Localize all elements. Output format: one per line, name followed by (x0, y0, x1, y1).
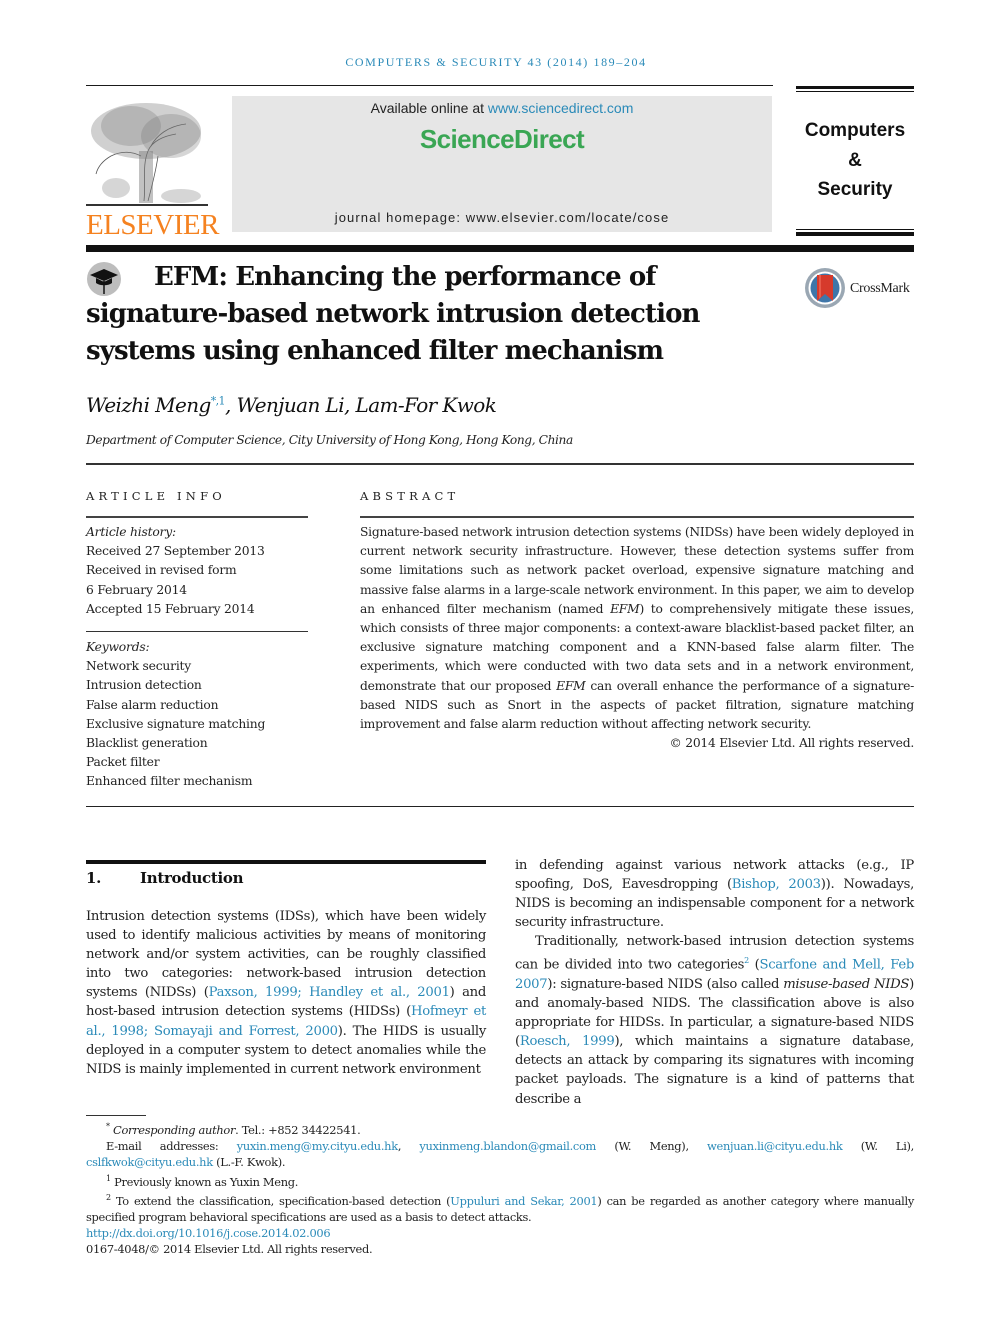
footnote-text: Previously known as Yuxin Meng. (110, 1174, 299, 1189)
body-emphasis: misuse-based NIDS (783, 976, 910, 992)
section-rule (86, 860, 486, 864)
history-label: Article history: (86, 525, 176, 539)
tree-icon (86, 103, 208, 206)
journal-title-line: Security (817, 179, 893, 200)
keyword-item: Enhanced filter mechanism (86, 774, 253, 789)
abstract-heading: ABSTRACT (360, 489, 460, 503)
title-rule (86, 245, 914, 252)
footnote-text: (L.-F. Kwok). (212, 1155, 286, 1170)
citation-link[interactable]: Roesch, 1999 (520, 1034, 615, 1049)
available-prefix: Available online at (370, 100, 488, 116)
footnote-2: 2 To extend the classification, specific… (86, 1190, 914, 1225)
sciencedirect-banner: Available online at www.sciencedirect.co… (232, 96, 772, 232)
article-title: EFM: Enhancing the performance of signat… (86, 262, 700, 366)
email-link[interactable]: yuxin.meng@my.cityu.edu.hk (237, 1139, 398, 1153)
body-column-right: in defending against various network att… (515, 856, 914, 1109)
article-history: Article history: Received 27 September 2… (86, 523, 265, 619)
footnote-rule (86, 1115, 146, 1116)
body-column-left: Intrusion detection systems (IDSs), whic… (86, 907, 486, 1079)
journal-rule-bottom-thin (796, 229, 914, 230)
keywords-label: Keywords: (86, 640, 150, 654)
email-link[interactable]: cslfkwok@cityu.edu.hk (86, 1155, 213, 1169)
keywords-rule (86, 631, 308, 632)
body-paragraph: in defending against various network att… (515, 856, 914, 932)
footnote-corresponding: * Corresponding author. Tel.: +852 34422… (86, 1119, 914, 1138)
footnote-emails: E-mail addresses: yuxin.meng@my.cityu.ed… (86, 1138, 914, 1171)
body-text: ( (748, 957, 760, 973)
history-item: Received 27 September 2013 (86, 544, 265, 559)
section-title: Introduction (140, 869, 244, 887)
author-names-rest: , Wenjuan Li, Lam-For Kwok (224, 393, 497, 417)
citation-link[interactable]: Paxson, 1999; Handley et al., 2001 (209, 985, 450, 1000)
journal-rule-top (796, 86, 914, 89)
crossmark-button[interactable]: CrossMark (804, 267, 916, 311)
keyword-item: False alarm reduction (86, 697, 219, 712)
body-paragraph: Traditionally, network-based intrusion d… (515, 932, 914, 1108)
journal-title-line: & (848, 149, 862, 171)
keywords-list: Keywords: Network security Intrusion det… (86, 638, 265, 792)
affiliation-rule (86, 463, 914, 465)
crossmark-label: CrossMark (850, 281, 910, 296)
affiliation: Department of Computer Science, City Uni… (86, 433, 573, 447)
footnote-text: E-mail addresses: (106, 1139, 237, 1154)
journal-title-block: Computers & Security (796, 86, 914, 236)
journal-homepage: journal homepage: www.elsevier.com/locat… (334, 210, 670, 225)
footnote-text: . Tel.: +852 34422541. (235, 1122, 361, 1137)
journal-rule-bottom (796, 232, 914, 236)
keyword-item: Exclusive signature matching (86, 716, 266, 731)
author-footnote-marks[interactable]: *,1 (211, 394, 226, 407)
section-heading: 1. Introduction (86, 869, 244, 887)
keyword-item: Intrusion detection (86, 678, 202, 693)
keyword-item: Blacklist generation (86, 736, 208, 751)
article-info-rule (86, 516, 308, 518)
history-item: 6 February 2014 (86, 582, 187, 597)
sciencedirect-link[interactable]: www.sciencedirect.com (488, 100, 634, 116)
footnote-label: Corresponding author (113, 1122, 236, 1137)
journal-rule-top-thin (796, 91, 914, 92)
history-item: Received in revised form (86, 563, 237, 578)
abstract-copyright: © 2014 Elsevier Ltd. All rights reserved… (669, 736, 915, 751)
keyword-item: Packet filter (86, 755, 160, 770)
running-header: COMPUTERS & SECURITY 43 (2014) 189–204 (345, 55, 647, 69)
article-info-heading: ARTICLE INFO (86, 489, 226, 503)
body-paragraph: Intrusion detection systems (IDSs), whic… (86, 907, 486, 1079)
citation-link[interactable]: Uppuluri and Sekar, 2001 (450, 1194, 597, 1208)
abstract-emphasis: EFM (610, 601, 640, 616)
abstract-emphasis: EFM (556, 678, 586, 693)
footnote-1: 1 Previously known as Yuxin Meng. (86, 1171, 914, 1190)
footnotes: * Corresponding author. Tel.: +852 34422… (86, 1119, 914, 1258)
footnote-text: , (397, 1139, 420, 1154)
author-name: Weizhi Meng (86, 393, 211, 417)
section-number: 1. (86, 869, 102, 887)
email-link[interactable]: yuxinmeng.blandon@gmail.com (419, 1139, 596, 1153)
footnote-text: (W. Li), (842, 1139, 915, 1154)
issn-copyright: 0167-4048/© 2014 Elsevier Ltd. All right… (86, 1242, 373, 1257)
history-item: Accepted 15 February 2014 (86, 601, 255, 616)
body-text: ): signature-based NIDS (also called (547, 976, 784, 992)
crossmark-icon (805, 268, 845, 308)
email-link[interactable]: wenjuan.li@cityu.edu.hk (707, 1139, 843, 1153)
abstract-paragraph: Signature-based network intrusion detect… (360, 523, 914, 734)
keyword-item: Network security (86, 659, 192, 674)
journal-title-line: Computers (804, 120, 906, 141)
doi-line: http://dx.doi.org/10.1016/j.cose.2014.02… (86, 1225, 914, 1241)
footnote-mark: * (106, 1122, 110, 1131)
elsevier-wordmark: ELSEVIER (86, 209, 219, 241)
citation-link[interactable]: Bishop, 2003 (732, 877, 821, 892)
header-rule (86, 85, 773, 86)
available-online: Available online at www.sciencedirect.co… (232, 100, 772, 116)
abstract-body: Signature-based network intrusion detect… (360, 523, 914, 753)
footnote-text: (W. Meng), (596, 1139, 708, 1154)
journal-title: Computers & Security (796, 116, 914, 205)
footnote-text: To extend the classification, specificat… (110, 1193, 451, 1208)
author-list: Weizhi Meng*,1, Wenjuan Li, Lam-For Kwok (86, 393, 497, 417)
doi-link[interactable]: http://dx.doi.org/10.1016/j.cose.2014.02… (86, 1226, 331, 1240)
front-matter-rule (86, 806, 914, 807)
sciencedirect-logo: ScienceDirect (419, 124, 585, 154)
abstract-rule (360, 516, 914, 518)
